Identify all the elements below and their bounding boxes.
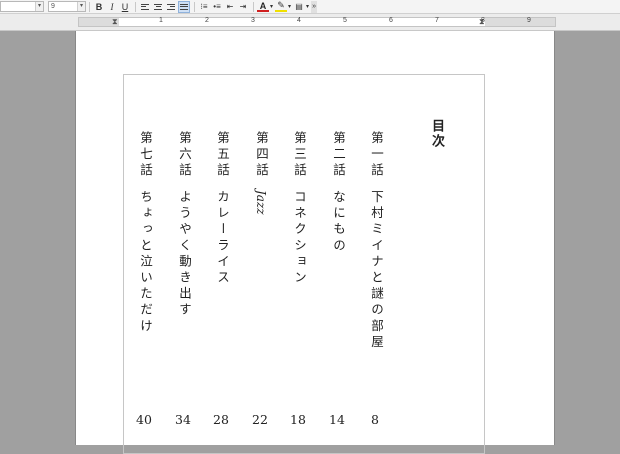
font-size-value: 9 <box>51 3 55 10</box>
toc-title: 目次 <box>429 119 444 149</box>
chevron-down-icon[interactable]: ▾ <box>35 2 43 11</box>
ruler-number: 6 <box>389 17 393 24</box>
align-left-button[interactable] <box>139 1 151 13</box>
highlighter-icon: ✎ <box>277 0 285 10</box>
toolbar-overflow-button[interactable]: » <box>311 0 318 13</box>
toc-page-number: 8 <box>371 412 379 427</box>
shading-icon: ▤ <box>295 2 303 11</box>
toc-page-number: 28 <box>213 412 229 427</box>
toc-entry-title: ちょっと泣いただけ <box>138 190 153 335</box>
bullet-list-button[interactable]: •≡ <box>211 1 223 13</box>
toc-page-number: 34 <box>175 412 191 427</box>
toc-chapter-label: 第六話 <box>177 131 192 180</box>
numbered-list-icon: ⁝≡ <box>200 2 208 11</box>
align-center-icon <box>154 3 162 11</box>
decrease-indent-button[interactable]: ⇤ <box>224 1 236 13</box>
toc-chapter-label: 第七話 <box>138 131 153 180</box>
toc-chapter-label: 第五話 <box>215 131 230 180</box>
ruler-number: 5 <box>343 17 347 24</box>
align-right-icon <box>167 3 175 11</box>
highlight-button[interactable]: ✎ <box>275 0 288 12</box>
align-left-icon <box>141 3 149 11</box>
decrease-indent-icon: ⇤ <box>226 2 234 11</box>
ruler-number: 2 <box>205 17 209 24</box>
align-center-button[interactable] <box>152 1 164 13</box>
bold-button[interactable]: B <box>93 1 105 13</box>
ruler-number: 1 <box>159 17 163 24</box>
numbered-list-button[interactable]: ⁝≡ <box>198 1 210 13</box>
font-name-combo[interactable]: ▾ <box>0 1 44 12</box>
bullet-list-icon: •≡ <box>213 2 221 11</box>
toc-chapter-label: 第二話 <box>331 131 346 180</box>
toc-entry-title: Jazz <box>254 190 268 215</box>
toc-entry-title: カレーライス <box>215 190 230 287</box>
font-size-combo[interactable]: 9 ▾ <box>48 1 86 12</box>
ruler-right-margin <box>485 18 555 26</box>
toc-entry-title: なにもの <box>331 190 346 255</box>
ruler-number: 7 <box>435 17 439 24</box>
ruler-number: 3 <box>251 17 255 24</box>
italic-button[interactable]: I <box>106 1 118 13</box>
toc-chapter-label: 第一話 <box>369 131 384 180</box>
formatting-toolbar: ▾ 9 ▾ B I U ⁝≡ •≡ ⇤ ⇥ A ▾ ✎ ▾ ▤ ▾ » <box>0 0 620 14</box>
chevron-down-icon[interactable]: ▾ <box>77 2 85 11</box>
toc-entry-title: コネクション <box>292 190 307 287</box>
chevron-down-icon[interactable]: ▾ <box>306 3 309 10</box>
toolbar-separator <box>89 1 90 12</box>
toc-chapter-label: 第四話 <box>254 131 269 180</box>
overflow-icon: » <box>312 3 316 10</box>
font-color-button[interactable]: A <box>257 1 269 12</box>
justify-button[interactable] <box>178 0 190 13</box>
toolbar-separator <box>135 1 136 12</box>
toc-chapter-label: 第三話 <box>292 131 307 180</box>
indent-marker-icon[interactable]: ⧗ <box>112 18 118 26</box>
chevron-down-icon[interactable]: ▾ <box>288 3 291 10</box>
toc-page-number: 14 <box>329 412 345 427</box>
toc-page-number: 18 <box>290 412 306 427</box>
increase-indent-button[interactable]: ⇥ <box>237 1 249 13</box>
toolbar-separator <box>194 1 195 12</box>
chevron-down-icon[interactable]: ▾ <box>270 3 273 10</box>
ruler-number: 9 <box>527 17 531 24</box>
justify-icon <box>180 3 188 11</box>
horizontal-ruler[interactable]: ⧗ ⧗ 1 2 3 4 5 6 7 8 9 <box>0 14 620 31</box>
increase-indent-icon: ⇥ <box>239 2 247 11</box>
toolbar-separator <box>253 1 254 12</box>
ruler-number: 4 <box>297 17 301 24</box>
document-workspace[interactable]: 目次 第一話 下村ミイナと謎の部屋 8 第二話 なにもの 14 第三話 コネクシ… <box>0 31 620 454</box>
toc-entry-title: ようやく動き出す <box>177 190 192 319</box>
font-color-icon: A <box>259 0 267 11</box>
ruler-strip: ⧗ ⧗ 1 2 3 4 5 6 7 8 9 <box>78 17 556 27</box>
underline-button[interactable]: U <box>119 1 131 13</box>
character-shading-button[interactable]: ▤ <box>293 1 305 13</box>
align-right-button[interactable] <box>165 1 177 13</box>
toc-page-number: 40 <box>136 412 152 427</box>
toc-entry-title: 下村ミイナと謎の部屋 <box>369 190 384 351</box>
document-page[interactable]: 目次 第一話 下村ミイナと謎の部屋 8 第二話 なにもの 14 第三話 コネクシ… <box>75 31 555 454</box>
ruler-number: 8 <box>481 17 485 24</box>
toc-page-number: 22 <box>252 412 268 427</box>
